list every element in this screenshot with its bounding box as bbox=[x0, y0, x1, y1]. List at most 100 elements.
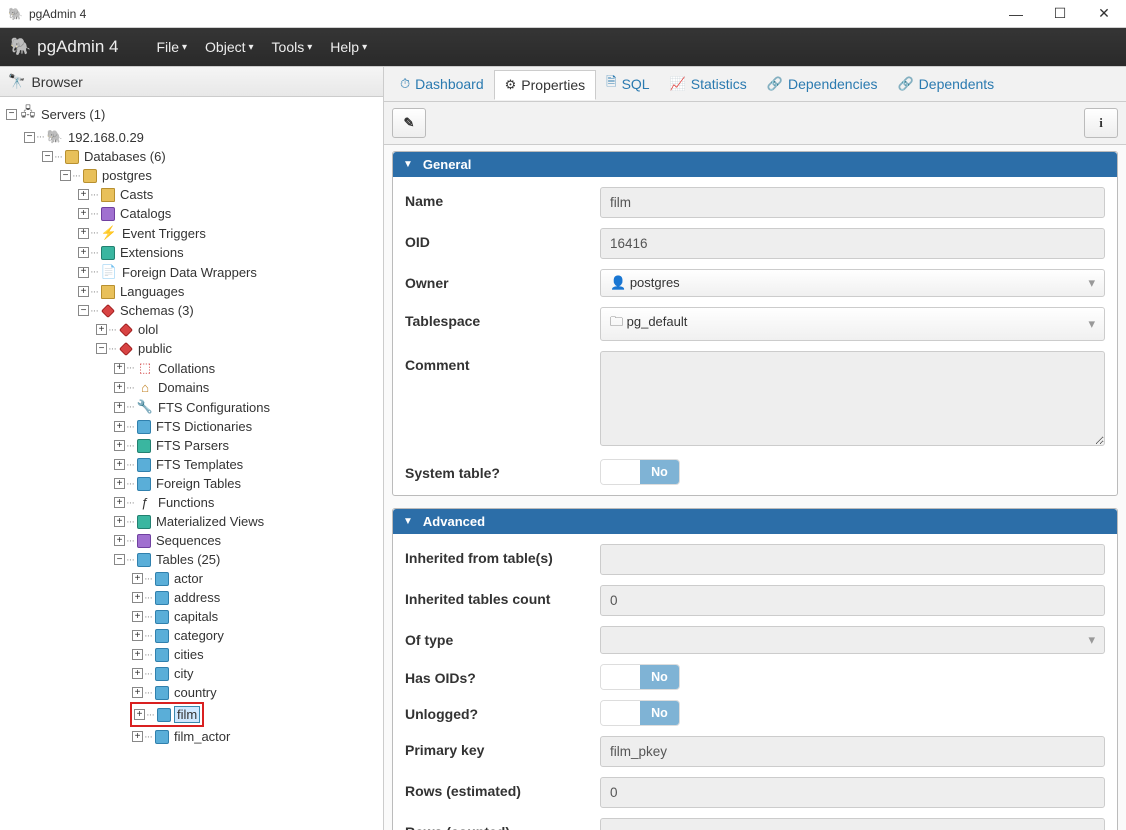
tree-fts-config[interactable]: +···🔧FTS Configurations bbox=[112, 397, 383, 417]
tree-table-category[interactable]: +···category bbox=[130, 626, 383, 645]
collapse-icon[interactable]: − bbox=[24, 132, 35, 143]
tree-databases[interactable]: −···Databases (6) bbox=[40, 147, 383, 166]
collapse-icon[interactable]: − bbox=[78, 305, 89, 316]
expand-icon[interactable]: + bbox=[132, 611, 143, 622]
tree-casts[interactable]: +···Casts bbox=[76, 185, 383, 204]
tab-statistics[interactable]: 📈Statistics bbox=[660, 70, 757, 98]
panel-advanced-header[interactable]: Advanced bbox=[393, 509, 1117, 534]
collapse-icon[interactable]: − bbox=[6, 109, 17, 120]
expand-icon[interactable]: + bbox=[132, 687, 143, 698]
expand-icon[interactable]: + bbox=[134, 709, 145, 720]
tree: −🖧Servers (1) −···🐘192.168.0.29 −···Data… bbox=[0, 97, 383, 830]
tab-properties[interactable]: ⚙Properties bbox=[494, 70, 596, 100]
tree-foreign-tables[interactable]: +···Foreign Tables bbox=[112, 474, 383, 493]
expand-icon[interactable]: + bbox=[114, 363, 125, 374]
collapse-icon[interactable]: − bbox=[42, 151, 53, 162]
expand-icon[interactable]: + bbox=[114, 402, 125, 413]
tree-table-city[interactable]: +···city bbox=[130, 664, 383, 683]
tree-extensions[interactable]: +···Extensions bbox=[76, 243, 383, 262]
tree-table-country[interactable]: +···country bbox=[130, 683, 383, 702]
tab-dependents[interactable]: 🔗Dependents bbox=[887, 70, 1004, 98]
field-name: film bbox=[600, 187, 1105, 218]
tree-collations[interactable]: +···⬚Collations bbox=[112, 358, 383, 378]
expand-icon[interactable]: + bbox=[114, 478, 125, 489]
tree-server[interactable]: −···🐘192.168.0.29 bbox=[22, 127, 383, 147]
menu-tools[interactable]: Tools▾ bbox=[272, 39, 313, 55]
toggle-unlogged[interactable]: No bbox=[600, 700, 680, 726]
tree-mviews[interactable]: +···Materialized Views bbox=[112, 512, 383, 531]
properties-icon: ⚙ bbox=[505, 77, 517, 93]
tab-sql[interactable]: 🗎SQL bbox=[596, 67, 659, 101]
expand-icon[interactable]: + bbox=[114, 440, 125, 451]
collapse-icon[interactable]: − bbox=[114, 554, 125, 565]
collapse-icon[interactable]: − bbox=[60, 170, 71, 181]
menu-object[interactable]: Object▾ bbox=[205, 39, 254, 55]
collapse-icon[interactable]: − bbox=[96, 343, 107, 354]
expand-icon[interactable]: + bbox=[78, 286, 89, 297]
binoculars-icon: 🔭 bbox=[8, 73, 25, 90]
tree-table-film[interactable]: +···film bbox=[132, 704, 202, 725]
tree-table-film-actor[interactable]: +···film_actor bbox=[130, 727, 383, 746]
browser-title: Browser bbox=[31, 74, 82, 90]
tables-icon bbox=[137, 553, 151, 567]
properties-toolbar: ✎ i bbox=[384, 102, 1126, 145]
expand-icon[interactable]: + bbox=[78, 267, 89, 278]
tree-schemas[interactable]: −···Schemas (3) bbox=[76, 301, 383, 320]
expand-icon[interactable]: + bbox=[132, 731, 143, 742]
tree-fts-parsers[interactable]: +···FTS Parsers bbox=[112, 436, 383, 455]
window-close-button[interactable]: ✕ bbox=[1090, 5, 1118, 22]
tree-languages[interactable]: +···Languages bbox=[76, 282, 383, 301]
expand-icon[interactable]: + bbox=[78, 247, 89, 258]
expand-icon[interactable]: + bbox=[96, 324, 107, 335]
expand-icon[interactable]: + bbox=[132, 573, 143, 584]
tree-table-actor[interactable]: +···actor bbox=[130, 569, 383, 588]
tree-schema-olol[interactable]: +···olol bbox=[94, 320, 383, 339]
window-minimize-button[interactable]: — bbox=[1002, 5, 1030, 22]
expand-icon[interactable]: + bbox=[114, 535, 125, 546]
tree-sequences[interactable]: +···Sequences bbox=[112, 531, 383, 550]
window-maximize-button[interactable]: ☐ bbox=[1046, 5, 1074, 22]
field-comment[interactable] bbox=[600, 351, 1105, 446]
tree-table-capitals[interactable]: +···capitals bbox=[130, 607, 383, 626]
tab-dependencies[interactable]: 🔗Dependencies bbox=[757, 70, 888, 98]
field-tablespace[interactable]: 🗀 pg_default▾ bbox=[600, 307, 1105, 341]
expand-icon[interactable]: + bbox=[132, 649, 143, 660]
expand-icon[interactable]: + bbox=[132, 592, 143, 603]
tree-domains[interactable]: +···⌂Domains bbox=[112, 378, 383, 397]
expand-icon[interactable]: + bbox=[132, 668, 143, 679]
edit-button[interactable]: ✎ bbox=[392, 108, 426, 138]
expand-icon[interactable]: + bbox=[114, 459, 125, 470]
field-of-type[interactable]: ▾ bbox=[600, 626, 1105, 654]
tab-dashboard[interactable]: ⏱Dashboard bbox=[390, 70, 494, 98]
menu-file[interactable]: File▾ bbox=[156, 39, 187, 55]
expand-icon[interactable]: + bbox=[78, 208, 89, 219]
field-owner[interactable]: 👤 postgres▾ bbox=[600, 269, 1105, 297]
tree-fts-templates[interactable]: +···FTS Templates bbox=[112, 455, 383, 474]
mviews-icon bbox=[137, 515, 151, 529]
expand-icon[interactable]: + bbox=[78, 189, 89, 200]
tree-fdw[interactable]: +···📄Foreign Data Wrappers bbox=[76, 262, 383, 282]
tree-database-postgres[interactable]: −···postgres bbox=[58, 166, 383, 185]
tree-catalogs[interactable]: +···Catalogs bbox=[76, 204, 383, 223]
tree-servers[interactable]: −🖧Servers (1) bbox=[4, 101, 383, 127]
tree-schema-public[interactable]: −···public bbox=[94, 339, 383, 358]
expand-icon[interactable]: + bbox=[78, 228, 89, 239]
tree-functions[interactable]: +···ƒFunctions bbox=[112, 493, 383, 512]
tree-fts-dict[interactable]: +···FTS Dictionaries bbox=[112, 417, 383, 436]
tree-tables[interactable]: −···Tables (25) bbox=[112, 550, 383, 569]
tree-event-triggers[interactable]: +···⚡Event Triggers bbox=[76, 223, 383, 243]
content-pane: ⏱Dashboard ⚙Properties 🗎SQL 📈Statistics … bbox=[384, 67, 1126, 830]
expand-icon[interactable]: + bbox=[114, 421, 125, 432]
expand-icon[interactable]: + bbox=[114, 516, 125, 527]
expand-icon[interactable]: + bbox=[114, 497, 125, 508]
table-icon bbox=[155, 610, 169, 624]
info-button[interactable]: i bbox=[1084, 108, 1118, 138]
menu-help[interactable]: Help▾ bbox=[330, 39, 367, 55]
toggle-has-oids[interactable]: No bbox=[600, 664, 680, 690]
expand-icon[interactable]: + bbox=[114, 382, 125, 393]
expand-icon[interactable]: + bbox=[132, 630, 143, 641]
tree-table-cities[interactable]: +···cities bbox=[130, 645, 383, 664]
toggle-system-table[interactable]: No bbox=[600, 459, 680, 485]
tree-table-address[interactable]: +···address bbox=[130, 588, 383, 607]
panel-general-header[interactable]: General bbox=[393, 152, 1117, 177]
